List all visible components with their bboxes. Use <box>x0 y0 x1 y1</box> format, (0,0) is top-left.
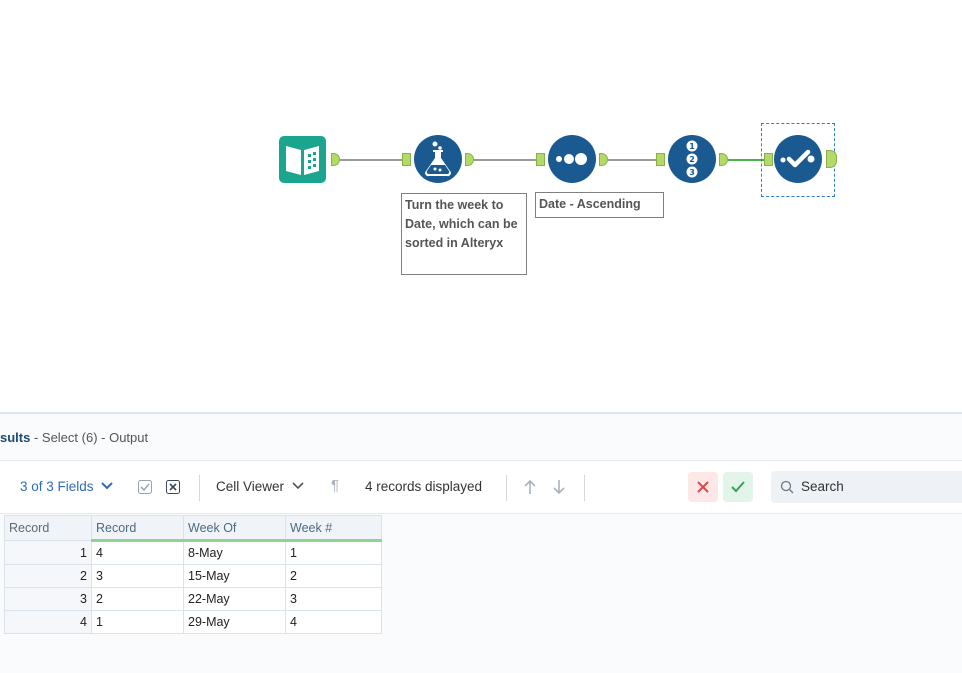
sort-annotation[interactable]: Date - Ascending <box>535 192 664 218</box>
book-icon <box>279 136 326 183</box>
sort-input-anchor[interactable] <box>536 153 545 166</box>
dots-icon <box>556 153 587 165</box>
column-header-week-of[interactable]: Week Of <box>183 515 286 542</box>
chevron-down-icon <box>101 482 114 490</box>
connection-2 <box>474 159 536 161</box>
results-toolbar: 3 of 3 Fields Cell Viewer ¶ 4 records di… <box>0 460 962 514</box>
results-table: Record Record Week Of Week # 1 4 8-May 1… <box>4 515 382 634</box>
results-title-rest: - Select (6) - Output <box>30 430 149 445</box>
svg-text:2: 2 <box>689 155 695 164</box>
input-output-anchor[interactable] <box>331 153 340 166</box>
cell-record[interactable]: 3 <box>91 564 184 588</box>
cell-week-of[interactable]: 22-May <box>183 587 286 611</box>
toolbar-divider <box>584 475 585 501</box>
cell-record[interactable]: 1 <box>91 610 184 634</box>
formula-input-anchor[interactable] <box>402 153 411 166</box>
cell-viewer-label: Cell Viewer <box>216 479 285 494</box>
workflow-canvas[interactable]: 1 2 3 Turn the week to Date, which can b… <box>0 0 962 412</box>
formula-annotation[interactable]: Turn the week to Date, which can be sort… <box>401 193 527 275</box>
select-tool[interactable] <box>774 135 822 183</box>
table-row[interactable]: 1 4 8-May 1 <box>4 540 382 565</box>
sort-output-anchor[interactable] <box>599 153 608 166</box>
toolbar-divider <box>506 475 507 501</box>
check-dots-icon <box>780 149 815 168</box>
table-row[interactable]: 3 2 22-May 3 <box>4 587 382 611</box>
cell-week-of[interactable]: 8-May <box>183 540 286 565</box>
results-title: sults - Select (6) - Output <box>0 430 148 445</box>
column-header-week-num[interactable]: Week # <box>285 515 382 542</box>
select-output-anchor[interactable] <box>826 150 837 168</box>
numbered-list-icon: 1 2 3 <box>686 140 698 178</box>
cell-week-of[interactable]: 15-May <box>183 564 286 588</box>
column-header-record-index: Record <box>4 515 92 541</box>
apply-button[interactable] <box>723 472 753 502</box>
cell-week-num[interactable]: 3 <box>285 587 382 611</box>
cancel-button[interactable] <box>688 472 718 502</box>
chevron-down-icon <box>292 482 304 490</box>
fields-dropdown[interactable]: 3 of 3 Fields <box>20 479 114 494</box>
formula-tool[interactable] <box>414 135 462 183</box>
toolbar-divider <box>199 475 200 501</box>
cell-week-num[interactable]: 4 <box>285 610 382 634</box>
search-icon <box>780 480 794 494</box>
table-row[interactable]: 2 3 15-May 2 <box>4 564 382 588</box>
recordid-input-anchor[interactable] <box>656 153 665 166</box>
pilcrow-icon[interactable]: ¶ <box>331 477 339 494</box>
connection-1 <box>340 159 402 161</box>
svg-text:1: 1 <box>689 142 695 151</box>
row-number: 3 <box>4 587 92 611</box>
column-header-record[interactable]: Record <box>91 515 184 542</box>
cell-week-num[interactable]: 2 <box>285 564 382 588</box>
connection-3 <box>608 159 656 161</box>
table-header-row: Record Record Week Of Week # <box>4 515 382 542</box>
search-box[interactable]: Search <box>771 471 962 503</box>
input-data-tool[interactable] <box>279 136 326 183</box>
close-icon <box>697 481 709 493</box>
formula-output-anchor[interactable] <box>465 153 474 166</box>
record-id-tool[interactable]: 1 2 3 <box>668 135 716 183</box>
flask-icon <box>425 141 451 177</box>
arrow-up-icon[interactable] <box>523 479 537 495</box>
results-title-bold: sults <box>0 430 31 445</box>
svg-text:3: 3 <box>689 168 695 177</box>
cell-record[interactable]: 2 <box>91 587 184 611</box>
connection-4 <box>728 159 764 161</box>
recordid-output-anchor[interactable] <box>719 153 728 166</box>
results-panel: sults - Select (6) - Output 3 of 3 Field… <box>0 412 962 673</box>
check-icon <box>731 481 745 493</box>
row-number: 1 <box>4 540 92 565</box>
sort-tool[interactable] <box>548 135 596 183</box>
cell-viewer-dropdown[interactable]: Cell Viewer <box>216 479 304 494</box>
cell-record[interactable]: 4 <box>91 540 184 565</box>
records-displayed: 4 records displayed <box>365 479 483 494</box>
select-all-icon[interactable] <box>138 480 152 494</box>
fields-label: 3 of 3 Fields <box>20 479 94 494</box>
cell-week-num[interactable]: 1 <box>285 540 382 565</box>
row-number: 2 <box>4 564 92 588</box>
table-row[interactable]: 4 1 29-May 4 <box>4 610 382 634</box>
search-placeholder: Search <box>801 479 844 494</box>
cell-week-of[interactable]: 29-May <box>183 610 286 634</box>
row-number: 4 <box>4 610 92 634</box>
arrow-down-icon[interactable] <box>552 479 566 495</box>
deselect-all-icon[interactable] <box>166 480 180 494</box>
